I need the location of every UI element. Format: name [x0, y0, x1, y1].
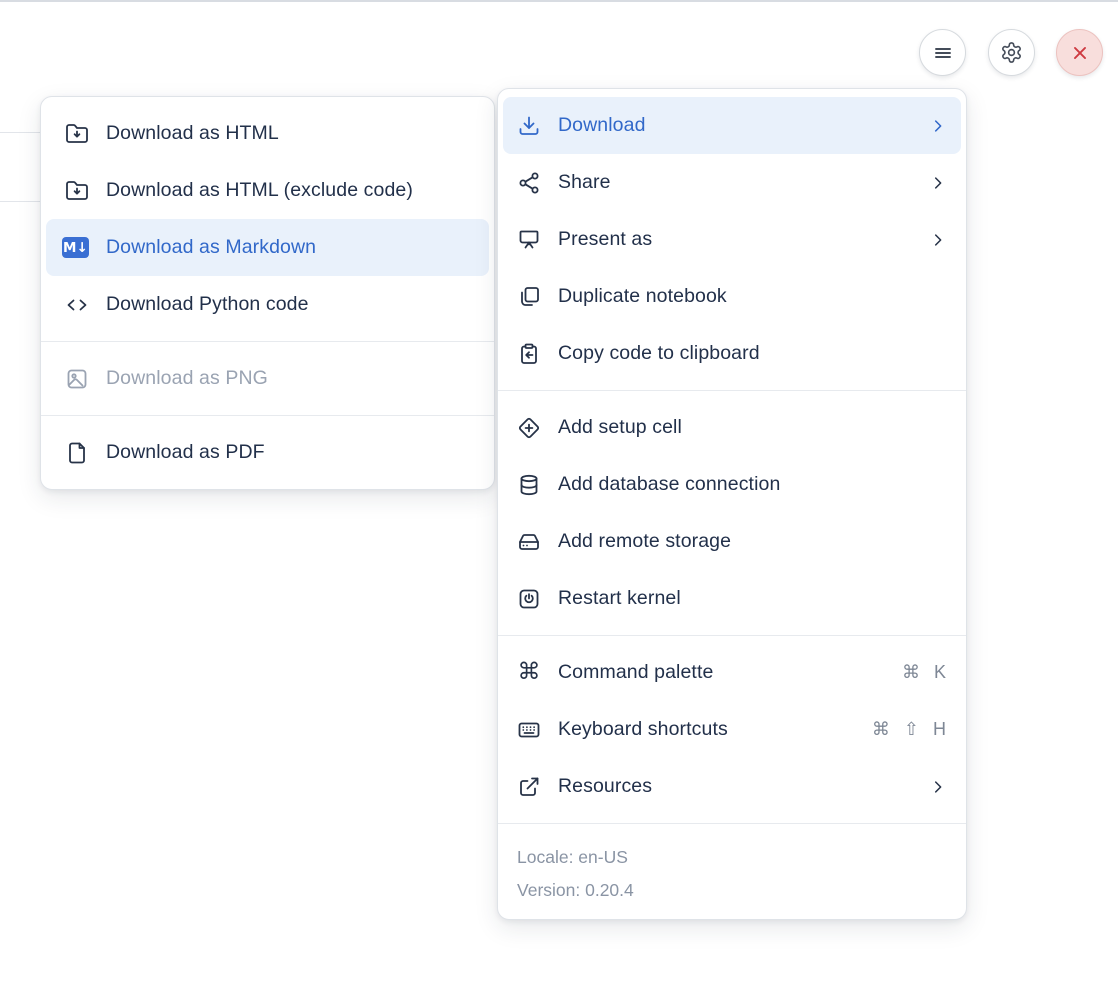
menu-item-download-as-png[interactable]: Download as PNG: [46, 350, 489, 407]
menu-item-add-remote-storage[interactable]: Add remote storage: [503, 513, 961, 570]
menu-item-download[interactable]: Download: [503, 97, 961, 154]
menu-item-label: Add remote storage: [558, 530, 731, 553]
file-icon: [65, 441, 89, 465]
notebook-actions-menu: Download Share Present as: [497, 88, 967, 920]
menu-item-label: Download as Markdown: [106, 236, 316, 259]
locale-text: Locale: en-US: [517, 841, 947, 874]
menu-item-label: Restart kernel: [558, 587, 681, 610]
menu-item-download-as-html[interactable]: Download as HTML: [46, 105, 489, 162]
presentation-icon: [517, 228, 541, 252]
shortcut-hint: ⌘ ⇧ H: [872, 719, 947, 740]
divider: [498, 823, 966, 824]
download-icon: [517, 114, 541, 138]
diamond-plus-icon: [517, 416, 541, 440]
notebook-menu-button[interactable]: [919, 29, 966, 76]
menu-item-label: Duplicate notebook: [558, 285, 727, 308]
markdown-icon: M↓: [65, 236, 89, 260]
divider: [498, 390, 966, 391]
menu-item-label: Share: [558, 171, 611, 194]
database-icon: [517, 473, 541, 497]
keyboard-icon: [517, 718, 541, 742]
close-icon: [1069, 42, 1091, 64]
background-cell-border: [0, 201, 41, 202]
settings-button[interactable]: [988, 29, 1035, 76]
menu-item-label: Download as PDF: [106, 441, 265, 464]
menu-item-label: Download as PNG: [106, 367, 268, 390]
menu-footer: Locale: en-US Version: 0.20.4: [498, 832, 966, 911]
duplicate-icon: [517, 285, 541, 309]
menu-item-duplicate-notebook[interactable]: Duplicate notebook: [503, 268, 961, 325]
menu-item-label: Add database connection: [558, 473, 780, 496]
divider: [498, 635, 966, 636]
menu-item-label: Download Python code: [106, 293, 309, 316]
menu-item-keyboard-shortcuts[interactable]: Keyboard shortcuts ⌘ ⇧ H: [503, 701, 961, 758]
folder-down-icon: [65, 122, 89, 146]
menu-item-copy-code-to-clipboard[interactable]: Copy code to clipboard: [503, 325, 961, 382]
divider: [41, 415, 494, 416]
menu-item-command-palette[interactable]: ⌘ Command palette ⌘ K: [503, 644, 961, 701]
menu-item-label: Add setup cell: [558, 416, 682, 439]
menu-item-label: Copy code to clipboard: [558, 342, 760, 365]
hamburger-menu-icon: [931, 41, 955, 65]
chevron-right-icon: [929, 778, 947, 796]
menu-item-download-as-pdf[interactable]: Download as PDF: [46, 424, 489, 481]
chevron-right-icon: [929, 231, 947, 249]
menu-item-label: Resources: [558, 775, 652, 798]
menu-item-label: Download as HTML: [106, 122, 279, 145]
menu-item-label: Present as: [558, 228, 652, 251]
code-icon: [65, 293, 89, 317]
chevron-right-icon: [929, 174, 947, 192]
external-link-icon: [517, 775, 541, 799]
menu-item-label: Command palette: [558, 661, 713, 684]
menu-item-restart-kernel[interactable]: Restart kernel: [503, 570, 961, 627]
command-icon: ⌘: [517, 661, 541, 685]
menu-item-resources[interactable]: Resources: [503, 758, 961, 815]
menu-item-label: Download as HTML (exclude code): [106, 179, 413, 202]
chevron-right-icon: [929, 117, 947, 135]
settings-gear-icon: [1000, 41, 1023, 64]
shortcut-hint: ⌘ K: [902, 662, 947, 683]
hard-drive-icon: [517, 530, 541, 554]
menu-item-label: Download: [558, 114, 646, 137]
clipboard-copy-icon: [517, 342, 541, 366]
menu-item-label: Keyboard shortcuts: [558, 718, 728, 741]
background-cell-border: [0, 132, 41, 133]
share-icon: [517, 171, 541, 195]
menu-item-add-database-connection[interactable]: Add database connection: [503, 456, 961, 513]
close-notebook-button[interactable]: [1056, 29, 1103, 76]
menu-item-add-setup-cell[interactable]: Add setup cell: [503, 399, 961, 456]
menu-item-present-as[interactable]: Present as: [503, 211, 961, 268]
menu-item-share[interactable]: Share: [503, 154, 961, 211]
folder-down-icon: [65, 179, 89, 203]
menu-item-download-as-html-exclude-code[interactable]: Download as HTML (exclude code): [46, 162, 489, 219]
menu-item-download-as-markdown[interactable]: M↓ Download as Markdown: [46, 219, 489, 276]
page-top-border: [0, 0, 1118, 2]
power-icon: [517, 587, 541, 611]
image-icon: [65, 367, 89, 391]
download-submenu: Download as HTML Download as HTML (exclu…: [40, 96, 495, 490]
menu-item-download-python-code[interactable]: Download Python code: [46, 276, 489, 333]
divider: [41, 341, 494, 342]
version-text: Version: 0.20.4: [517, 874, 947, 907]
